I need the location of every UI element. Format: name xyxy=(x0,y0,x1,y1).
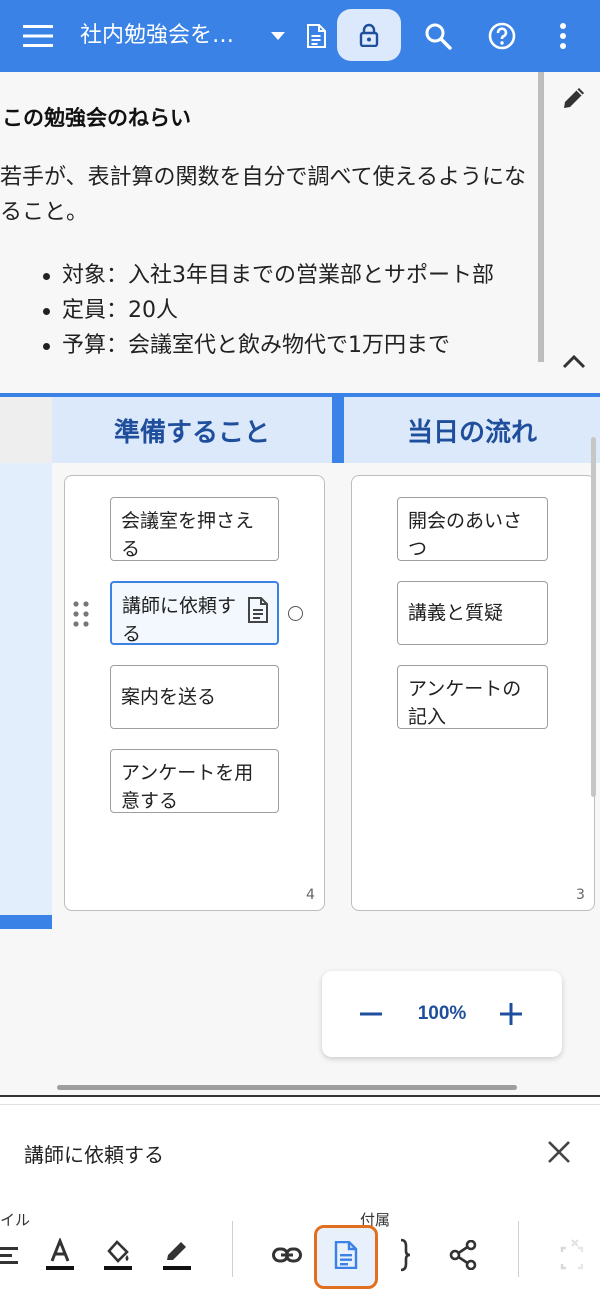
hamburger-menu-icon[interactable] xyxy=(18,0,58,72)
card-text: アンケートを用意する xyxy=(121,762,254,812)
note-panel[interactable]: この勉強会のねらい 若手が、表計算の関数を自分で調べて使えるようになること。 対… xyxy=(0,72,600,394)
card-text: 開会のあいさつ xyxy=(408,510,523,560)
lock-icon xyxy=(359,23,379,47)
lock-button[interactable] xyxy=(337,9,401,61)
search-icon[interactable] xyxy=(418,0,458,72)
card-prepare-survey[interactable]: アンケートを用意する xyxy=(110,749,279,813)
note-bullet-item: 予算：会議室代と飲み物代で1万円まで xyxy=(40,328,540,363)
note-heading: この勉強会のねらい xyxy=(2,106,191,130)
brace-icon[interactable] xyxy=(383,1233,427,1277)
fill-color-icon[interactable] xyxy=(96,1233,140,1277)
lane-card-count: 4 xyxy=(306,887,315,903)
left-column-bar xyxy=(0,915,52,929)
card-opening-remarks[interactable]: 開会のあいさつ xyxy=(397,497,548,561)
card-connector-handle[interactable] xyxy=(288,606,303,621)
app-bar: 社内勉強会を… xyxy=(0,0,600,72)
help-icon[interactable] xyxy=(482,0,522,72)
collapse-chevron-up-icon[interactable] xyxy=(561,354,587,374)
zoom-in-button[interactable] xyxy=(500,994,522,1038)
share-icon[interactable] xyxy=(441,1233,485,1277)
drag-handle-icon[interactable] xyxy=(73,601,89,631)
text-color-icon[interactable] xyxy=(38,1233,82,1277)
toolbar-divider xyxy=(232,1221,233,1277)
style-section-label: イル xyxy=(0,1211,31,1229)
toolbar-divider xyxy=(518,1221,519,1277)
zoom-level: 100% xyxy=(417,1003,467,1024)
card-text: 講義と質疑 xyxy=(408,602,504,624)
lane-card-count: 3 xyxy=(576,887,585,903)
card-lecture-qa[interactable]: 講義と質疑 xyxy=(397,581,548,645)
card-text: 講師に依頼する xyxy=(122,595,237,645)
kanban-board[interactable]: 準備すること 当日の流れ 会議室を押さえる 講師に依頼する 案内を送る アンケー… xyxy=(0,397,600,1095)
note-bullet-list: 対象：入社3年目までの営業部とサポート部 定員：20人 予算：会議室代と飲み物代… xyxy=(40,258,540,363)
card-ask-lecturer[interactable]: 講師に依頼する xyxy=(110,581,279,645)
more-vert-icon[interactable] xyxy=(550,0,576,72)
attach-document-button[interactable] xyxy=(314,1225,378,1289)
edit-pencil-icon[interactable] xyxy=(560,84,588,116)
note-bullet-item: 対象：入社3年目までの営業部とサポート部 xyxy=(40,258,540,293)
zoom-out-button[interactable] xyxy=(360,994,382,1038)
link-icon[interactable] xyxy=(265,1233,309,1277)
board-horizontal-scrollbar[interactable] xyxy=(57,1085,517,1090)
card-text: 会議室を押さえる xyxy=(121,510,255,560)
document-icon[interactable] xyxy=(302,0,330,72)
board-vertical-scrollbar[interactable] xyxy=(591,437,596,797)
card-text: アンケートの記入 xyxy=(408,678,522,728)
left-column-strip xyxy=(0,463,52,915)
card-send-notice[interactable]: 案内を送る xyxy=(110,665,279,729)
document-title[interactable]: 社内勉強会を… xyxy=(80,0,234,72)
pen-icon[interactable] xyxy=(155,1233,199,1277)
align-icon[interactable] xyxy=(0,1233,30,1277)
note-scrollbar[interactable] xyxy=(538,72,544,362)
close-icon[interactable] xyxy=(546,1139,572,1169)
column-header-prepare[interactable]: 準備すること xyxy=(52,397,332,463)
attach-document-icon xyxy=(334,1240,358,1273)
note-bullet-item: 定員：20人 xyxy=(40,293,540,328)
card-text: 案内を送る xyxy=(121,686,217,708)
bottom-sheet: 講師に依頼する イル 付属 xyxy=(0,1104,600,1298)
card-document-icon[interactable] xyxy=(247,597,269,631)
selected-item-title: 講師に依頼する xyxy=(24,1143,164,1167)
card-book-room[interactable]: 会議室を押さえる xyxy=(110,497,279,561)
zoom-control: 100% xyxy=(322,971,562,1057)
column-header-day-flow[interactable]: 当日の流れ xyxy=(344,397,600,463)
card-fill-survey[interactable]: アンケートの記入 xyxy=(397,665,548,729)
dropdown-arrow-icon[interactable] xyxy=(266,0,290,72)
column-separator xyxy=(332,397,344,463)
note-paragraph: 若手が、表計算の関数を自分で調べて使えるようになること。 xyxy=(0,165,527,225)
sheet-separator xyxy=(0,1095,600,1097)
left-column-header xyxy=(0,397,52,463)
toolbar-scroll-fade xyxy=(530,1201,600,1298)
